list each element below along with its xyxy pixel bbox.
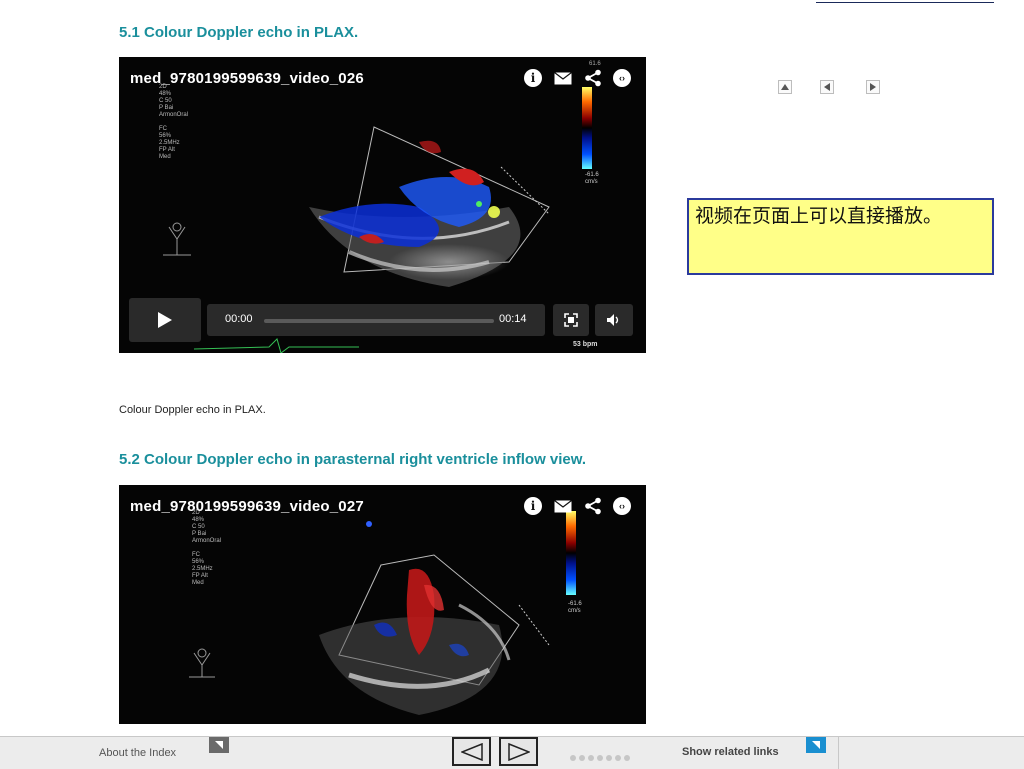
fullscreen-button[interactable]: [553, 304, 589, 336]
embed-icon[interactable]: ‹›: [613, 497, 631, 515]
triangle-left-icon: [824, 83, 830, 91]
scale-unit: cm/s: [585, 179, 598, 185]
top-divider: [816, 0, 994, 3]
about-index-toggle[interactable]: [209, 737, 229, 753]
arrow-left-icon: [460, 742, 483, 761]
total-time: 00:14: [499, 313, 527, 325]
nav-up-button[interactable]: [778, 80, 792, 94]
info-icon[interactable]: i: [524, 69, 542, 87]
arrow-right-icon: [507, 742, 530, 761]
prev-page-button[interactable]: [452, 737, 491, 766]
fullscreen-icon: [564, 313, 578, 327]
scale-bottom-number-2: -61.6: [568, 601, 582, 607]
nav-previous-button[interactable]: [820, 80, 834, 94]
video-caption: Colour Doppler echo in PLAX.: [119, 404, 266, 416]
scale-top-value: 61.6: [589, 61, 601, 67]
related-links-toggle[interactable]: [806, 737, 826, 753]
echo-parameters-2: 2D 48% C 50 P Bai ArmonOral FC 56% 2.5MH…: [192, 510, 222, 586]
email-icon[interactable]: [554, 500, 572, 518]
info-icon[interactable]: i: [524, 497, 542, 515]
current-time: 00:00: [225, 313, 253, 325]
echo-parameters: 2D 48% C 50 P Bai ArmonOral FC 56% 2.5MH…: [159, 84, 189, 160]
scale-bottom-value: -61.6 cm/s: [585, 172, 599, 186]
footer-separator: [838, 737, 839, 769]
triangle-up-icon: [781, 84, 789, 90]
about-index-link[interactable]: About the Index: [99, 747, 176, 759]
corner-arrow-icon: [215, 741, 223, 749]
section-heading-5-1: 5.1 Colour Doppler echo in PLAX.: [119, 24, 359, 41]
scale-unit-2: cm/s: [568, 608, 581, 614]
footer-bar: About the Index Show related links: [0, 736, 1024, 769]
section-heading-5-2: 5.2 Colour Doppler echo in parasternal r…: [119, 451, 587, 468]
related-links-label[interactable]: Show related links: [682, 746, 779, 758]
heart-rate: 53 bpm: [573, 341, 598, 348]
scale-bottom-number: -61.6: [585, 172, 599, 178]
volume-button[interactable]: [595, 304, 633, 336]
share-icon[interactable]: [584, 69, 602, 92]
email-icon[interactable]: [554, 72, 572, 90]
next-page-button[interactable]: [499, 737, 538, 766]
triangle-right-icon: [870, 83, 876, 91]
page-dots: [570, 748, 633, 766]
annotation-note: 视频在页面上可以直接播放。: [687, 198, 994, 275]
progress-track[interactable]: [264, 319, 494, 323]
scale-bottom-value-2: -61.6 cm/s: [568, 601, 582, 615]
play-button[interactable]: [129, 298, 201, 342]
volume-icon: [607, 314, 619, 326]
video-title-2: med_9780199599639_video_027: [130, 498, 364, 515]
corner-arrow-icon: [812, 741, 820, 749]
video-player-1[interactable]: med_9780199599639_video_026 2D 48% C 50 …: [119, 57, 646, 353]
video-player-2[interactable]: med_9780199599639_video_027 2D 48% C 50 …: [119, 485, 646, 724]
progress-bar-container[interactable]: 00:00 00:14: [207, 304, 545, 336]
embed-icon[interactable]: ‹›: [613, 69, 631, 87]
share-icon[interactable]: [584, 497, 602, 520]
nav-next-button[interactable]: [866, 80, 880, 94]
